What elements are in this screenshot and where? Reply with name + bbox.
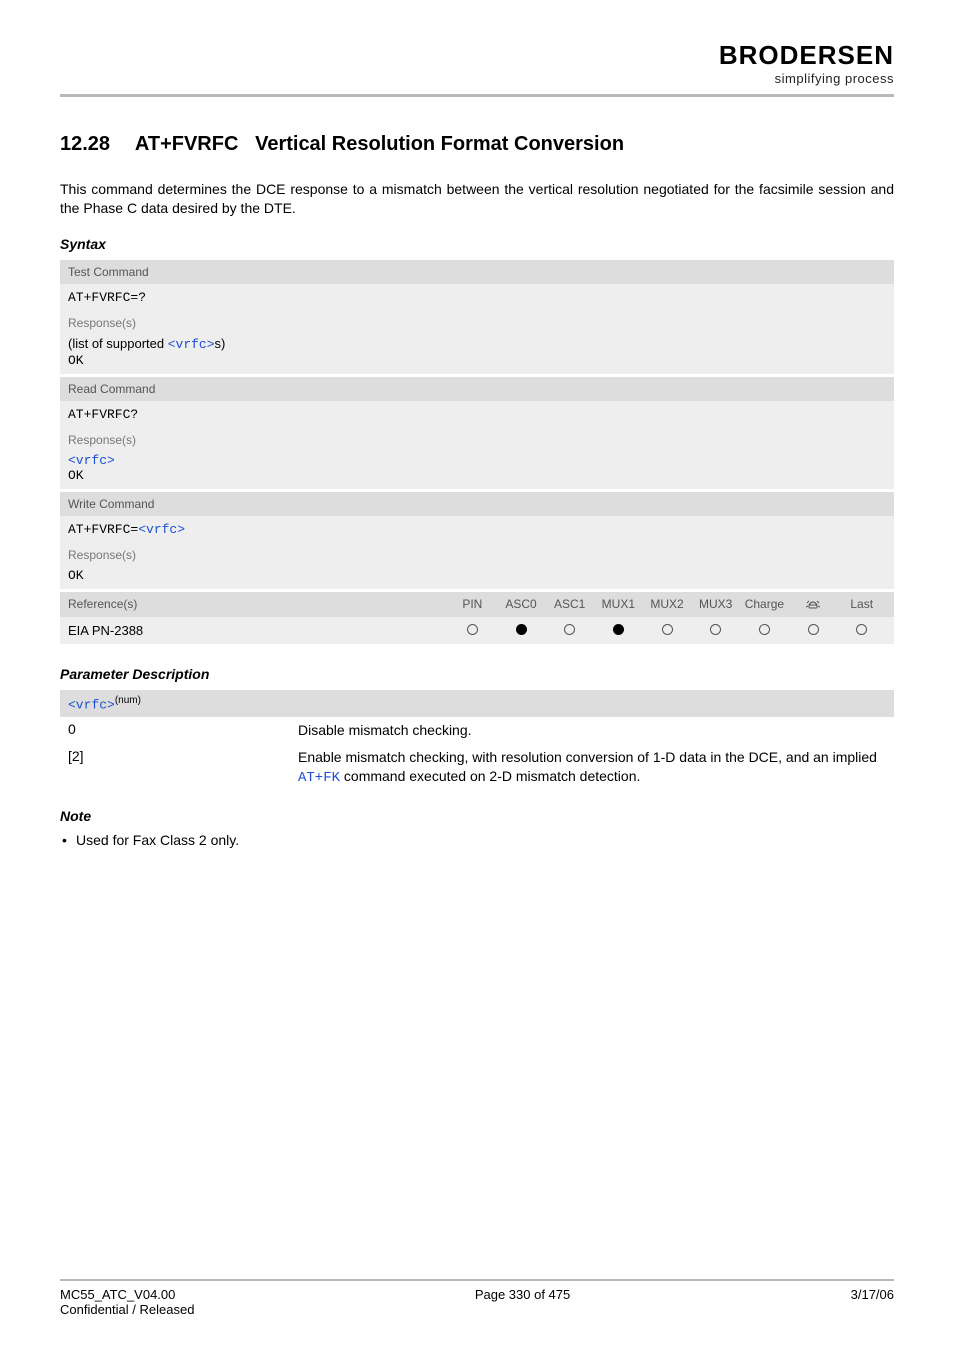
note-heading: Note [60,808,894,824]
footer-confidential: Confidential / Released [60,1302,194,1317]
test-response-label: Response(s) [60,311,894,330]
param-desc-1: Enable mismatch checking, with resolutio… [298,748,886,788]
param-key-0: 0 [68,721,298,740]
reference-value: EIA PN-2388 [68,623,448,638]
state-filled-icon [497,624,546,637]
state-open-icon [545,624,594,637]
read-response-value: <vrfc> OK [60,447,894,489]
param-header: <vrfc>(num) [60,690,894,717]
col-asc0: ASC0 [497,597,546,612]
write-response-value: OK [60,562,894,589]
reference-columns: PIN ASC0 ASC1 MUX1 MUX2 MUX3 Charge Last [448,597,886,612]
intro-paragraph: This command determines the DCE response… [60,180,894,218]
write-response-label: Response(s) [60,543,894,562]
ok-text: OK [68,468,84,483]
reference-header-row: Reference(s) PIN ASC0 ASC1 MUX1 MUX2 MUX… [60,592,894,617]
ok-text: OK [68,353,84,368]
read-command-value: AT+FVRFC? [60,401,894,428]
state-open-icon [740,624,789,637]
state-open-icon [837,624,886,637]
state-open-icon [643,624,692,637]
test-command-label: Test Command [60,260,894,284]
write-command-value: AT+FVRFC=<vrfc> [60,516,894,543]
test-command-value: AT+FVRFC=? [60,284,894,311]
ring-icon [806,597,820,609]
read-command-label: Read Command [60,377,894,401]
vrfc-param-link[interactable]: <vrfc> [168,337,215,352]
vrfc-param-link[interactable]: <vrfc> [68,453,115,468]
footer-date: 3/17/06 [851,1287,894,1317]
brand-name: BRODERSEN [719,40,894,71]
section-number: 12.28 [60,133,110,156]
reference-body-row: EIA PN-2388 [60,617,894,644]
col-asc1: ASC1 [545,597,594,612]
col-pin: PIN [448,597,497,612]
col-mux1: MUX1 [594,597,643,612]
section-heading: 12.28 AT+FVRFC Vertical Resolution Forma… [60,133,894,156]
brand-tagline: simplifying process [719,71,894,86]
param-key-1: [2] [68,748,298,788]
brand-logo: BRODERSEN simplifying process [719,40,894,86]
col-charge: Charge [740,597,789,612]
vrfc-param-link[interactable]: <vrfc> [138,522,185,537]
param-desc-0: Disable mismatch checking. [298,721,886,740]
param-desc-heading: Parameter Description [60,666,894,682]
reference-states [448,624,886,637]
vrfc-param-link[interactable]: <vrfc> [68,697,115,712]
atfk-link[interactable]: AT+FK [298,770,340,786]
state-open-icon [789,624,838,637]
syntax-table: Test Command AT+FVRFC=? Response(s) (lis… [60,260,894,644]
note-list: Used for Fax Class 2 only. [60,832,894,848]
param-row: 0 Disable mismatch checking. [60,717,894,744]
state-open-icon [691,624,740,637]
write-command-label: Write Command [60,492,894,516]
footer-page: Page 330 of 475 [475,1287,570,1317]
footer-doc-id: MC55_ATC_V04.00 [60,1287,194,1302]
note-item: Used for Fax Class 2 only. [76,832,894,848]
syntax-heading: Syntax [60,236,894,252]
col-mux2: MUX2 [643,597,692,612]
state-filled-icon [594,624,643,637]
col-mux3: MUX3 [691,597,740,612]
section-title-text: Vertical Resolution Format Conversion [255,133,624,155]
param-row: [2] Enable mismatch checking, with resol… [60,744,894,792]
section-command: AT+FVRFC [135,133,239,155]
param-sup: (num) [115,695,141,706]
page-header: BRODERSEN simplifying process [60,40,894,97]
references-label: Reference(s) [68,597,448,611]
test-response-value: (list of supported <vrfc>s) OK [60,330,894,374]
state-open-icon [448,624,497,637]
col-last: Last [837,597,886,612]
read-response-label: Response(s) [60,428,894,447]
page-footer: MC55_ATC_V04.00 Confidential / Released … [60,1279,894,1317]
col-ring-icon [789,597,838,612]
